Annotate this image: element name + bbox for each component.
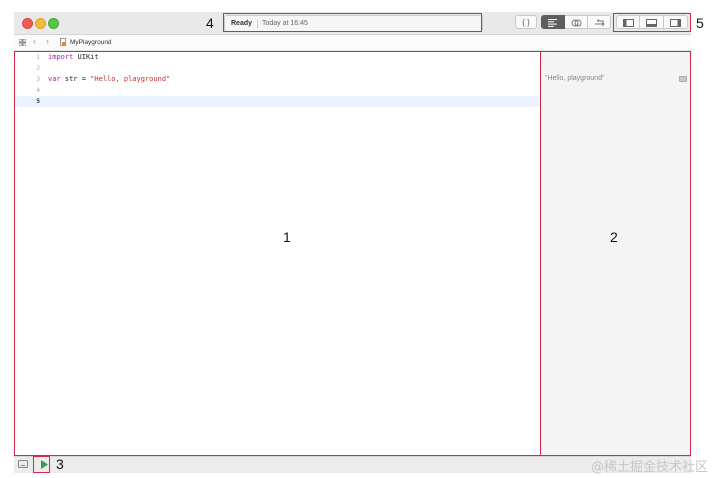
right-panel-icon [670,19,681,27]
version-editor-button[interactable] [588,15,611,29]
forward-chevron-icon[interactable]: › [46,36,49,46]
annotation-label-2: 2 [610,229,618,245]
keyword-token: var [48,75,61,83]
activity-status-bar: Ready Today at 16:45 [224,15,483,32]
code-line[interactable]: 1 import UIKit [14,52,541,63]
line-number: 5 [36,98,40,105]
line-number: 1 [36,54,40,61]
interlocking-rings-icon [571,19,581,27]
code-line[interactable]: 3 var str = "Hello, playground" [14,74,541,85]
breadcrumb-file-name[interactable]: MyPlayground [70,39,112,46]
back-chevron-icon[interactable]: ‹ [33,36,36,46]
code-line[interactable]: 2 [14,63,541,74]
code-line[interactable]: 4 [14,85,541,96]
annotation-label-1: 1 [283,229,291,245]
toggle-inspector-button[interactable] [664,15,688,29]
jump-bar: ‹ › MyPlayground [14,35,691,51]
align-left-icon [548,19,557,27]
code-editor[interactable]: 1 import UIKit 2 3 var str = "Hello, pla… [14,51,541,455]
zoom-window-button[interactable] [48,18,59,29]
annotation-label-3: 3 [56,456,64,472]
run-play-icon[interactable] [38,458,50,471]
library-button[interactable]: { } [515,15,537,29]
status-time-text: Today at 16:45 [262,20,308,27]
line-number: 2 [36,65,40,72]
keyword-token: import [48,53,74,61]
status-divider [257,19,258,28]
status-ready-text: Ready [231,20,253,27]
annotation-label-4: 4 [206,15,214,31]
swap-arrows-icon [594,19,605,27]
bottom-toolbar [14,456,691,473]
standard-editor-button[interactable] [541,15,565,29]
assistant-editor-button[interactable] [565,15,588,29]
minimize-window-button[interactable] [35,18,46,29]
results-sidebar: "Hello, playground" [541,51,691,455]
bottom-panel-icon [646,19,657,27]
toggle-navigator-button[interactable] [616,15,640,29]
swift-file-icon [60,38,66,46]
code-text[interactable]: import UIKit [48,52,99,63]
line-number: 4 [36,87,40,94]
left-panel-icon [622,19,634,27]
title-bar: Ready Today at 16:45 { } [14,12,691,35]
string-literal-token: "Hello, playground" [90,75,171,83]
code-token: UIKit [73,53,99,61]
close-window-button[interactable] [22,18,33,29]
current-code-line[interactable]: 5 [14,96,541,107]
related-items-grid-icon[interactable] [19,39,26,46]
toggle-debug-area-button[interactable] [640,15,664,29]
result-value: "Hello, playground" [545,75,605,82]
line-number: 3 [36,76,40,83]
code-text[interactable]: var str = "Hello, playground" [48,74,170,85]
code-token: str = [60,75,91,83]
show-debug-area-icon[interactable] [18,460,28,468]
watermark-text: @稀土掘金技术社区 [590,460,708,475]
quick-look-icon[interactable] [679,76,687,82]
annotation-label-5: 5 [696,15,704,31]
